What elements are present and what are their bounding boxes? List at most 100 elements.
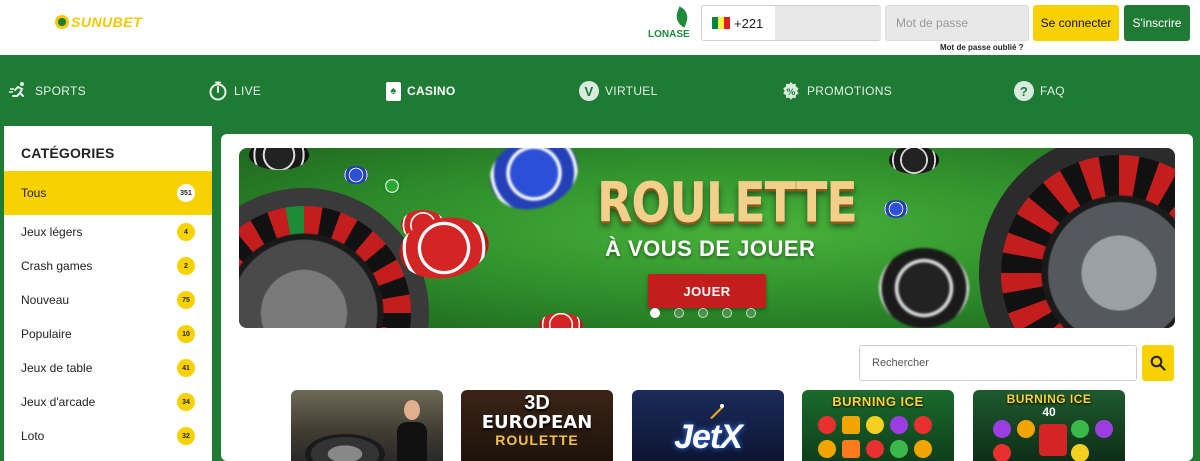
v-circle-icon: V xyxy=(579,81,599,101)
nav-item-live[interactable]: LIVE xyxy=(208,79,261,103)
nav-label-faq: FAQ xyxy=(1040,84,1065,98)
category-count-badge: 75 xyxy=(177,291,195,309)
password-field[interactable] xyxy=(885,5,1029,41)
chip-image xyxy=(889,148,939,174)
playing-card-icon: ♠ xyxy=(386,81,401,101)
cherry-icon xyxy=(993,444,1011,461)
category-count-badge: 34 xyxy=(177,393,195,411)
dollar-icon xyxy=(818,440,836,458)
nav-item-sports[interactable]: SPORTS xyxy=(9,79,86,103)
cherry-icon xyxy=(866,440,884,458)
chip-image xyxy=(884,200,908,218)
search-button[interactable] xyxy=(1142,345,1174,381)
banner-subtitle: À VOUS DE JOUER xyxy=(605,236,816,261)
nav-item-casino[interactable]: ♠ CASINO xyxy=(386,79,455,103)
nav-label-live: LIVE xyxy=(234,84,262,98)
rocket-icon xyxy=(710,404,724,419)
category-count-badge: 10 xyxy=(177,325,195,343)
carousel-dot[interactable] xyxy=(674,308,684,318)
bell-icon xyxy=(1017,420,1035,438)
categories-sidebar: CATÉGORIES Tous 351 Jeux légers 4 Crash … xyxy=(4,126,212,461)
watermelon-icon xyxy=(890,440,908,458)
dollar-icon xyxy=(914,440,932,458)
grape-icon xyxy=(993,420,1011,438)
sunubet-logo[interactable]: SUNUBET xyxy=(55,14,142,30)
game-title: BURNING ICE xyxy=(1006,392,1092,406)
category-count-badge: 4 xyxy=(177,223,195,241)
category-label: Jeux légers xyxy=(21,225,83,239)
search-input[interactable] xyxy=(859,345,1137,381)
chip-image xyxy=(539,313,583,328)
carousel-dot[interactable] xyxy=(650,308,660,318)
cherry-icon xyxy=(914,416,932,434)
sidebar-title: CATÉGORIES xyxy=(21,145,115,161)
senegal-flag-icon[interactable] xyxy=(712,17,730,29)
carousel-dot[interactable] xyxy=(722,308,732,318)
stopwatch-icon xyxy=(208,81,228,101)
nav-item-promotions[interactable]: % PROMOTIONS xyxy=(781,79,892,103)
seven-icon xyxy=(842,416,860,434)
lonase-logo-text: LONASE xyxy=(648,29,690,40)
search-icon xyxy=(1150,355,1166,371)
nav-item-virtuel[interactable]: V VIRTUEL xyxy=(579,79,658,103)
seven-icon xyxy=(1039,424,1067,456)
game-title: BURNING ICE xyxy=(832,394,924,409)
cherry-icon xyxy=(818,416,836,434)
roulette-banner[interactable]: ROULETTE À VOUS DE JOUER JOUER xyxy=(239,148,1175,328)
forgot-password-link[interactable]: Mot de passe oublié ? xyxy=(940,43,1024,52)
runner-icon xyxy=(9,81,29,101)
category-label: Nouveau xyxy=(21,293,70,307)
game-tile-3d-european-roulette[interactable]: 3D EUROPEAN ROULETTE xyxy=(461,390,613,461)
question-circle-icon: ? xyxy=(1014,81,1034,101)
phone-field[interactable]: +221 xyxy=(701,5,881,41)
category-label: Jeux de table xyxy=(21,361,93,375)
carousel-dot[interactable] xyxy=(698,308,708,318)
category-count-badge: 41 xyxy=(177,359,195,377)
category-item-populaire[interactable]: Populaire 10 xyxy=(4,317,212,351)
nav-label-promotions: PROMOTIONS xyxy=(807,84,893,98)
category-label: Loto xyxy=(21,429,45,443)
svg-text:%: % xyxy=(786,88,795,98)
grape-icon xyxy=(1095,420,1113,438)
signup-button[interactable]: S'inscrire xyxy=(1124,5,1190,41)
category-item-jeux-legers[interactable]: Jeux légers 4 xyxy=(4,215,212,249)
nav-label-virtuel: VIRTUEL xyxy=(605,84,658,98)
nav-item-faq[interactable]: ? FAQ xyxy=(1014,79,1065,103)
login-button[interactable]: Se connecter xyxy=(1033,5,1119,41)
lemon-icon xyxy=(866,416,884,434)
category-label: Crash games xyxy=(21,259,93,273)
carousel-dots xyxy=(650,308,756,318)
category-count-badge: 32 xyxy=(177,427,195,445)
category-item-tous[interactable]: Tous 351 xyxy=(4,171,212,215)
chip-image xyxy=(381,178,403,194)
chip-image xyxy=(344,166,368,184)
category-item-jeux-darcade[interactable]: Jeux d'arcade 34 xyxy=(4,385,212,419)
game-tile-burning-ice[interactable]: BURNING ICE xyxy=(802,390,954,461)
game-tile-live-roulette[interactable] xyxy=(291,390,443,461)
nav-label-sports: SPORTS xyxy=(35,84,86,98)
category-item-nouveau[interactable]: Nouveau 75 xyxy=(4,283,212,317)
game-subtitle: 40 xyxy=(1042,405,1056,419)
category-label: Jeux d'arcade xyxy=(21,395,96,409)
grape-icon xyxy=(890,416,908,434)
seven-icon xyxy=(842,440,860,458)
phone-input[interactable] xyxy=(775,6,881,40)
category-item-loto[interactable]: Loto 32 xyxy=(4,419,212,453)
chip-image xyxy=(249,148,309,170)
roulette-wheel-image xyxy=(305,434,385,461)
category-label: Populaire xyxy=(21,327,72,341)
logo-mark-icon xyxy=(55,15,69,29)
game-tile-burning-ice-40[interactable]: BURNING ICE 40 xyxy=(973,390,1125,461)
leaf-icon xyxy=(673,6,691,28)
category-count-badge: 351 xyxy=(177,184,195,202)
category-item-crash-games[interactable]: Crash games 2 xyxy=(4,249,212,283)
clover-icon xyxy=(1071,420,1089,438)
category-item-jeux-de-table[interactable]: Jeux de table 41 xyxy=(4,351,212,385)
phone-prefix: +221 xyxy=(734,15,764,31)
category-count-badge: 2 xyxy=(177,257,195,275)
game-tile-jetx[interactable]: JetX xyxy=(632,390,784,461)
lemon-icon xyxy=(1071,444,1089,461)
main-content: ROULETTE À VOUS DE JOUER JOUER 3D EUROPE… xyxy=(221,134,1193,461)
carousel-dot[interactable] xyxy=(746,308,756,318)
play-button[interactable]: JOUER xyxy=(648,274,766,308)
